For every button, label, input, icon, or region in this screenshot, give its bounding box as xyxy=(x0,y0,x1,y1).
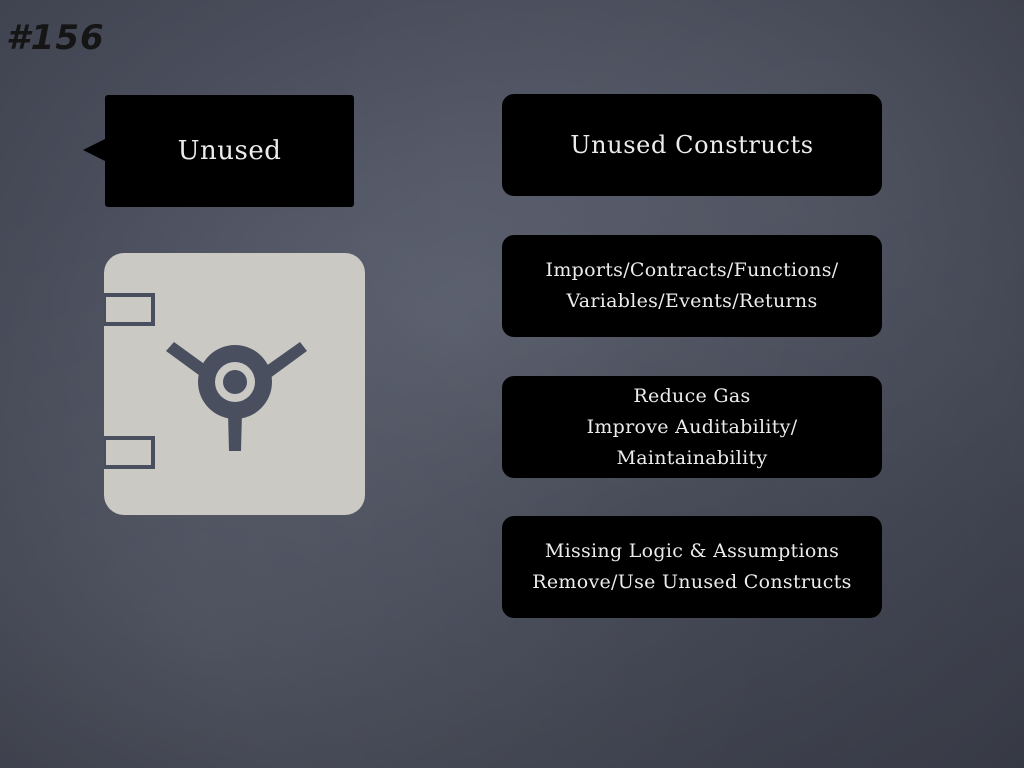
benefits-box: Reduce Gas Improve Auditability/ Maintai… xyxy=(502,376,882,478)
box-line: Remove/Use Unused Constructs xyxy=(532,571,852,593)
slide-number: #156 xyxy=(6,18,105,58)
box-line: Variables/Events/Returns xyxy=(566,290,818,312)
box-line: Reduce Gas xyxy=(633,384,751,407)
box-line: Imports/Contracts/Functions/ xyxy=(545,259,839,281)
box-line: Maintainability xyxy=(616,446,768,469)
callout-label-box: Unused xyxy=(83,95,354,207)
unused-constructs-box: Unused Constructs xyxy=(502,94,882,196)
box-line: Unused Constructs xyxy=(570,130,814,159)
box-line: Missing Logic & Assumptions xyxy=(544,540,840,562)
box-line: Improve Auditability/ xyxy=(586,415,798,438)
safe-vault-icon xyxy=(102,253,365,515)
callout-label: Unused xyxy=(177,136,282,166)
recommendation-box: Missing Logic & Assumptions Remove/Use U… xyxy=(502,516,882,618)
construct-types-box: Imports/Contracts/Functions/ Variables/E… xyxy=(502,235,882,337)
